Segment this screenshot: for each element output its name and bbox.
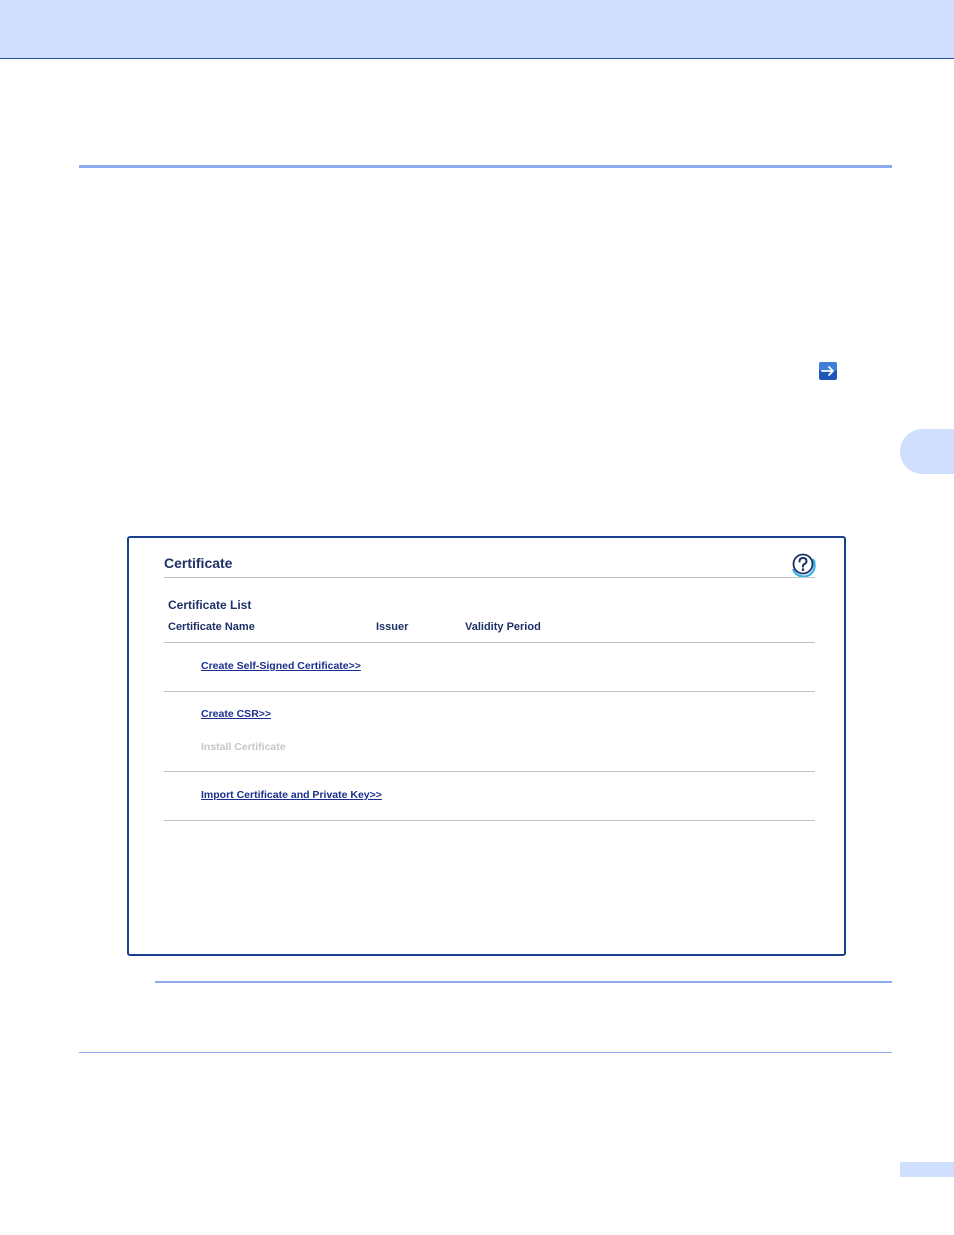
note-bottom-rule bbox=[79, 1052, 892, 1053]
note-top-rule bbox=[155, 981, 892, 983]
section-divider bbox=[164, 820, 815, 821]
certificate-panel: Certificate Certificate List Certificate… bbox=[127, 536, 846, 956]
list-divider bbox=[164, 642, 815, 643]
column-header-issuer: Issuer bbox=[376, 621, 409, 633]
page-header-band bbox=[0, 0, 954, 59]
create-self-signed-certificate-link[interactable]: Create Self-Signed Certificate>> bbox=[201, 660, 361, 672]
chapter-tab bbox=[900, 429, 954, 474]
create-csr-link[interactable]: Create CSR>> bbox=[201, 708, 271, 720]
section-heading-rule bbox=[79, 165, 892, 168]
import-certificate-and-private-key-link[interactable]: Import Certificate and Private Key>> bbox=[201, 789, 382, 801]
certificate-list-heading: Certificate List bbox=[168, 598, 252, 612]
section-divider bbox=[164, 691, 815, 692]
panel-title: Certificate bbox=[164, 555, 233, 571]
title-divider bbox=[164, 577, 815, 578]
install-certificate-link-disabled: Install Certificate bbox=[201, 741, 286, 753]
section-divider bbox=[164, 771, 815, 772]
column-header-validity-period: Validity Period bbox=[465, 621, 541, 633]
column-header-certificate-name: Certificate Name bbox=[168, 621, 255, 633]
right-arrow-icon bbox=[819, 362, 837, 380]
page-number-tab bbox=[900, 1162, 954, 1177]
question-mark-circle-icon[interactable] bbox=[789, 552, 817, 578]
